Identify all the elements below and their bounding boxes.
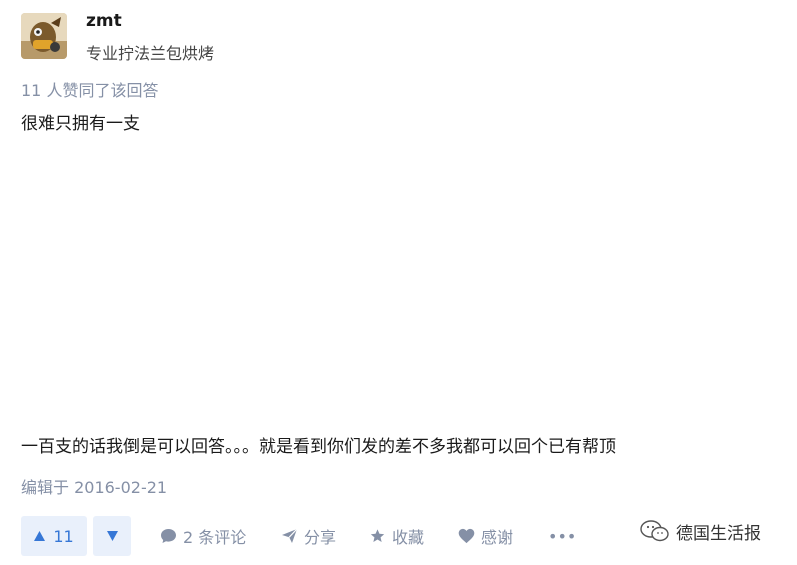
share-label: 分享 (304, 528, 337, 547)
paper-plane-icon (282, 528, 298, 543)
favorite-button[interactable]: 收藏 (369, 524, 424, 548)
star-icon (370, 529, 385, 542)
upvote-count: 11 (53, 526, 74, 546)
wechat-icon (640, 520, 669, 542)
edit-time[interactable]: 编辑于 2016-02-21 (21, 474, 167, 498)
more-button[interactable]: ••• (548, 524, 576, 548)
comments-button[interactable]: 2 条评论 (160, 524, 246, 548)
upvote-button[interactable]: 11 (21, 516, 87, 556)
triangle-down-icon (106, 531, 118, 541)
answer-line-2: 一百支的话我倒是可以回答。。。就是看到你们发的差不多我都可以回个已有帮顶 (21, 437, 616, 457)
thanks-button[interactable]: 感谢 (458, 524, 513, 548)
watermark-text: 德国生活报 (676, 523, 761, 544)
watermark: 德国生活报 (640, 518, 761, 544)
upvote-info[interactable]: 11 人赞同了该回答 (21, 77, 158, 101)
answer-line-1: 很难只拥有一支 (21, 114, 140, 134)
author-name[interactable]: zmt (86, 11, 122, 31)
more-icon: ••• (548, 526, 577, 546)
triangle-up-icon (34, 531, 46, 541)
author-avatar[interactable] (21, 13, 67, 59)
share-button[interactable]: 分享 (281, 524, 336, 548)
author-bio: 专业拧法兰包烘烤 (86, 44, 215, 63)
downvote-button[interactable] (93, 516, 131, 556)
thanks-label: 感谢 (481, 528, 514, 547)
comment-bubble-icon (161, 529, 176, 543)
avatar-image (21, 13, 67, 59)
favorite-label: 收藏 (392, 528, 425, 547)
comments-label: 2 条评论 (183, 528, 247, 547)
heart-icon (458, 528, 475, 544)
